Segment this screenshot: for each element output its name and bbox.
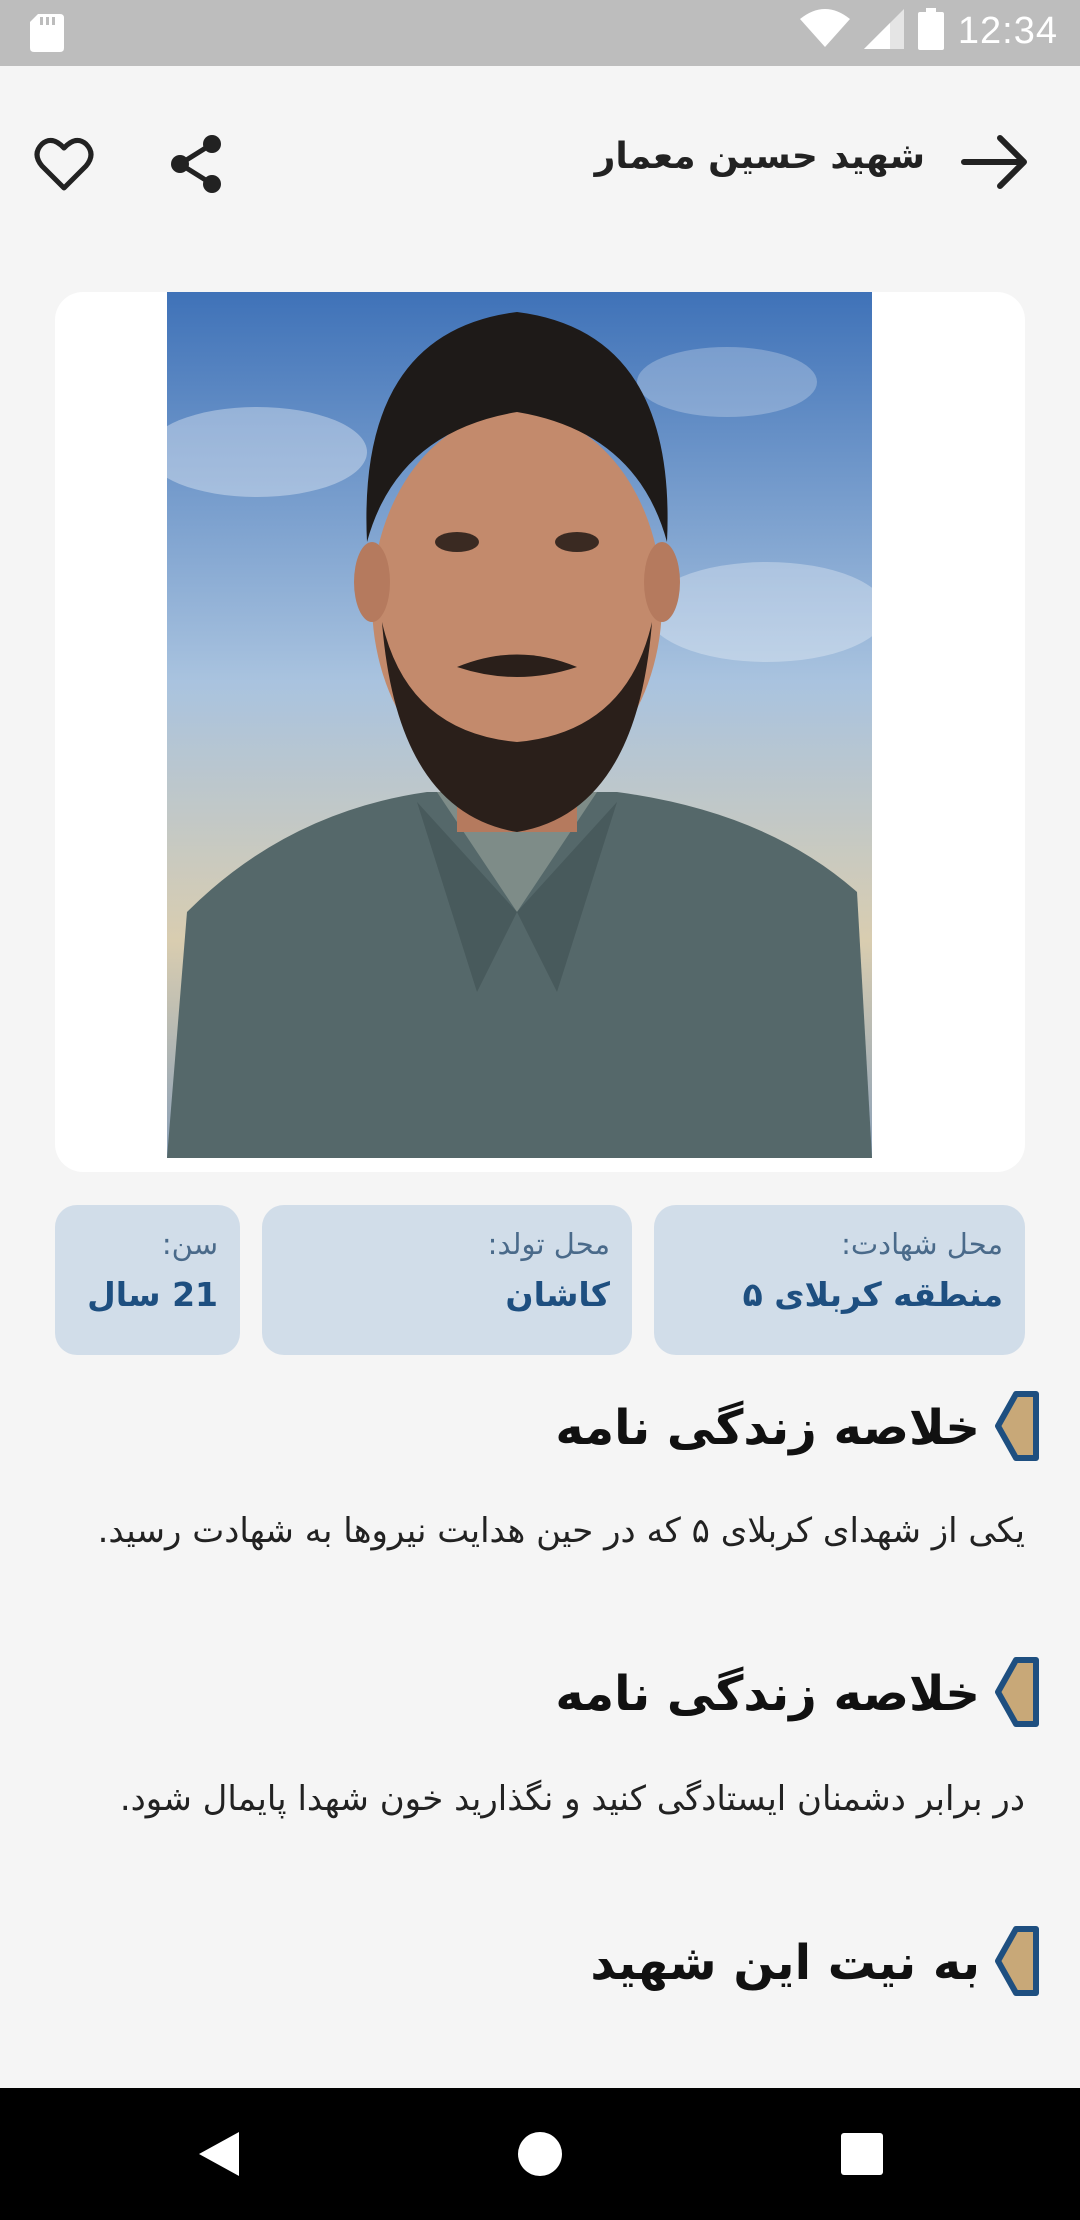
section-marker-icon [994, 1656, 1040, 1732]
app-bar: شهید حسین معمار [0, 66, 1080, 256]
martyrdom-place-card: محل شهادت: منطقه کربلای ۵ [654, 1205, 1025, 1355]
martyrdom-place-value: منطقه کربلای ۵ [742, 1275, 1003, 1314]
martyrdom-place-label: محل شهادت: [841, 1227, 1003, 1261]
birth-place-card: محل تولد: کاشان [262, 1205, 632, 1355]
section-title: به نیت این شهید [590, 1935, 980, 1991]
page-title: شهید حسین معمار [594, 136, 925, 177]
martyr-photo-card [55, 292, 1025, 1172]
home-circle-icon[interactable] [516, 2128, 564, 2184]
age-value: 21 سال [87, 1275, 218, 1314]
system-nav-bar [0, 2088, 1080, 2220]
section-text: یکی از شهدای کربلای ۵ که در حین هدایت نی… [97, 1511, 1025, 1551]
signal-icon [863, 9, 904, 53]
section-header: به نیت این شهید [590, 1925, 1040, 2001]
back-triangle-icon[interactable] [195, 2128, 243, 2184]
birth-place-label: محل تولد: [487, 1227, 610, 1261]
section-marker-icon [994, 1925, 1040, 2001]
sd-card-icon [30, 14, 64, 56]
section-marker-icon [994, 1390, 1040, 1466]
section-header: خلاصه زندگی نامه [555, 1390, 1040, 1466]
wifi-icon [799, 9, 850, 53]
recents-square-icon[interactable] [838, 2128, 886, 2184]
birth-place-value: کاشان [505, 1275, 610, 1314]
section-title: خلاصه زندگی نامه [555, 1666, 980, 1722]
age-label: سن: [161, 1227, 218, 1261]
heart-icon[interactable] [34, 136, 94, 192]
share-icon[interactable] [168, 134, 224, 194]
section-title: خلاصه زندگی نامه [555, 1400, 980, 1456]
age-card: سن: 21 سال [55, 1205, 240, 1355]
section-header: خلاصه زندگی نامه [555, 1656, 1040, 1732]
battery-icon [917, 8, 944, 54]
back-arrow-icon[interactable] [960, 132, 1030, 192]
status-bar: 12:34 [0, 0, 1080, 66]
status-time: 12:34 [957, 9, 1058, 52]
martyr-portrait [167, 292, 872, 1158]
section-text: در برابر دشمنان ایستادگی کنید و نگذارید … [119, 1779, 1025, 1819]
